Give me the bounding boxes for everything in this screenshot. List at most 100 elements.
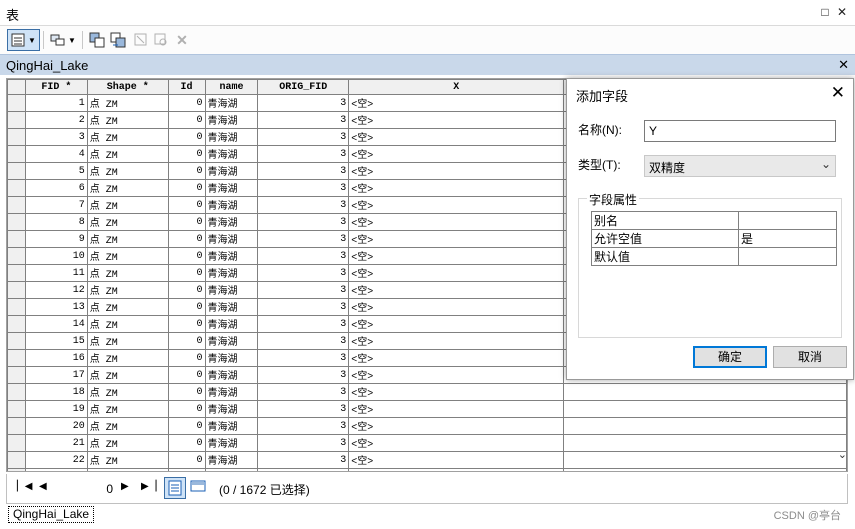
row-selector[interactable] <box>7 145 26 163</box>
related-tables-button[interactable]: ▼ <box>48 29 78 51</box>
current-record-input[interactable]: 0 <box>54 478 118 498</box>
last-record-icon[interactable]: ▶▕ <box>141 481 156 492</box>
clear-selection-button[interactable] <box>132 29 150 51</box>
shape-cell: 点 ZM <box>86 298 169 316</box>
shape-cell: 点 ZM <box>86 264 169 282</box>
x-cell: <空> <box>348 264 565 282</box>
table-row[interactable]: 20 点 ZM 0 青海湖 3 <空> <box>7 417 847 435</box>
window-titlebar: 表 □ ✕ <box>0 0 855 26</box>
row-selector[interactable] <box>7 128 26 146</box>
fid-cell: 11 <box>24 264 88 282</box>
row-selector[interactable] <box>7 332 26 350</box>
column-header[interactable]: name <box>204 79 259 95</box>
x-cell: <空> <box>348 94 565 112</box>
close-icon[interactable]: ✕ <box>834 4 850 20</box>
orig-fid-cell: 3 <box>257 400 350 418</box>
table-options-button[interactable]: ▼ <box>7 29 40 51</box>
previous-record-icon[interactable]: ◀ <box>39 481 47 492</box>
table-row[interactable]: 23点 ZM0青海湖3<空> <box>7 468 847 471</box>
shape-cell: 点 ZM <box>86 145 169 163</box>
shape-cell: 点 ZM <box>86 417 169 435</box>
fid-cell: 10 <box>24 247 88 265</box>
row-selector[interactable] <box>7 400 26 418</box>
property-row[interactable]: 默认值 <box>591 247 837 266</box>
table-tab[interactable]: QingHai_Lake <box>8 506 95 523</box>
row-selector[interactable] <box>7 298 26 316</box>
dialog-title: 添加字段 <box>576 89 629 104</box>
close-icon[interactable]: ✕ <box>831 83 845 103</box>
shape-cell: 点 ZM <box>86 315 169 333</box>
table-row[interactable]: 21 点 ZM 0 青海湖 3 <空> <box>7 434 847 452</box>
next-record-icon[interactable]: ▶ <box>121 481 129 492</box>
column-header[interactable]: ORIG_FID <box>257 79 350 95</box>
row-selector[interactable] <box>7 417 26 435</box>
table-row[interactable]: 22 点 ZM 0 青海湖 3 <空> <box>7 451 847 469</box>
x-cell: <空> <box>348 196 565 214</box>
row-selector-header[interactable] <box>7 79 26 95</box>
column-header[interactable]: Shape * <box>86 79 169 95</box>
orig-fid-cell: 3 <box>257 111 350 129</box>
property-value[interactable] <box>738 211 837 230</box>
row-selector[interactable] <box>7 179 26 197</box>
row-selector[interactable] <box>7 468 26 471</box>
column-header[interactable]: FID * <box>24 79 88 95</box>
field-type-select[interactable]: 双精度 ⌄ <box>644 155 836 177</box>
row-selector[interactable] <box>7 162 26 180</box>
orig-fid-cell: 3 <box>257 145 350 163</box>
row-selector[interactable] <box>7 196 26 214</box>
switch-selection-button[interactable] <box>108 29 128 51</box>
empty-cell <box>563 400 847 418</box>
row-selector[interactable] <box>7 264 26 282</box>
row-selector[interactable] <box>7 213 26 231</box>
shape-cell: 点 ZM <box>86 247 169 265</box>
property-row[interactable]: 允许空值 是 <box>591 229 837 248</box>
row-selector[interactable] <box>7 434 26 452</box>
fid-cell: 19 <box>24 400 88 418</box>
row-selector[interactable] <box>7 94 26 112</box>
name-cell: 青海湖 <box>204 383 259 401</box>
maximize-icon[interactable]: □ <box>817 4 833 20</box>
chevron-down-icon: ⌄ <box>820 157 831 171</box>
property-value[interactable]: 是 <box>738 229 837 248</box>
shape-cell: 点 ZM <box>86 128 169 146</box>
row-selector[interactable] <box>7 281 26 299</box>
row-selector[interactable] <box>7 349 26 367</box>
fid-cell: 22 <box>24 451 88 469</box>
name-cell: 青海湖 <box>204 281 259 299</box>
table-row[interactable]: 18 点 ZM 0 青海湖 3 <空> <box>7 383 847 401</box>
name-cell: 青海湖 <box>204 196 259 214</box>
row-selector[interactable] <box>7 111 26 129</box>
property-value[interactable] <box>738 247 837 266</box>
column-header[interactable]: Id <box>167 79 206 95</box>
id-cell: 0 <box>167 400 206 418</box>
select-by-attributes-icon <box>89 32 105 48</box>
id-cell: 0 <box>167 264 206 282</box>
row-selector[interactable] <box>7 247 26 265</box>
row-selector[interactable] <box>7 451 26 469</box>
row-selector[interactable] <box>7 366 26 384</box>
orig-fid-cell: 3 <box>257 281 350 299</box>
fid-cell: 4 <box>24 145 88 163</box>
zoom-to-selected-button[interactable] <box>152 29 170 51</box>
property-row[interactable]: 别名 <box>591 211 837 230</box>
select-by-attributes-button[interactable] <box>87 29 107 51</box>
row-selector[interactable] <box>7 383 26 401</box>
delete-selected-button[interactable]: ✕ <box>173 29 191 51</box>
shape-cell: 点 ZM <box>86 434 169 452</box>
id-cell: 0 <box>167 298 206 316</box>
show-all-records-button[interactable] <box>164 477 186 499</box>
ok-button[interactable]: 确定 <box>693 346 767 368</box>
scroll-down-icon[interactable]: ⌄ <box>838 448 847 461</box>
close-table-icon[interactable]: ✕ <box>838 57 849 73</box>
id-cell: 0 <box>167 434 206 452</box>
field-name-input[interactable]: Y <box>644 120 836 142</box>
first-record-icon[interactable]: ▏◀ <box>17 481 32 492</box>
table-row[interactable]: 19 点 ZM 0 青海湖 3 <空> <box>7 400 847 418</box>
row-selector[interactable] <box>7 315 26 333</box>
show-selected-records-button[interactable] <box>188 477 210 499</box>
row-selector[interactable] <box>7 230 26 248</box>
fid-cell: 16 <box>24 349 88 367</box>
column-header[interactable]: X <box>348 79 565 95</box>
cancel-button[interactable]: 取消 <box>773 346 847 368</box>
orig-fid-cell: 3 <box>257 434 350 452</box>
